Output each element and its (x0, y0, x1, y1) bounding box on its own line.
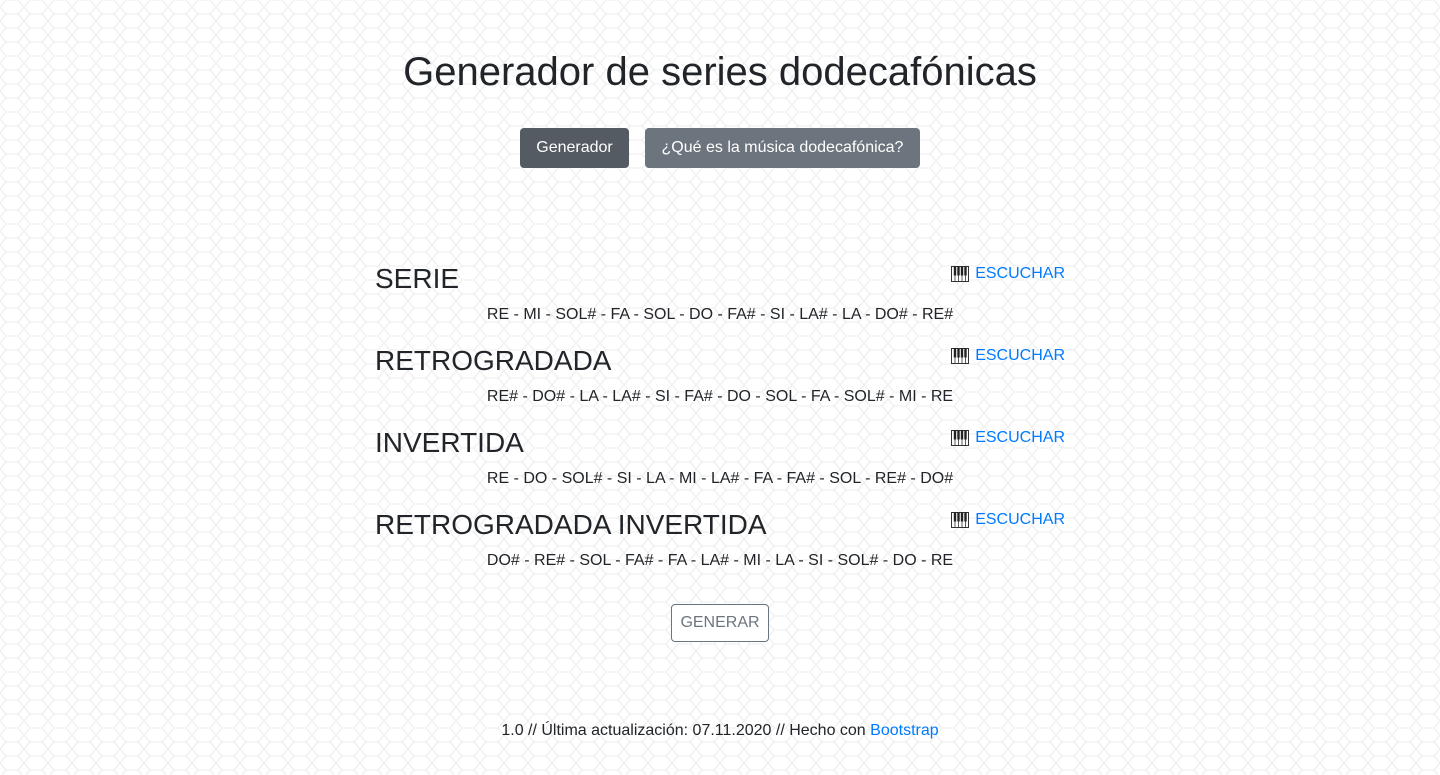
series-content: SERIE ESCUCHAR RE - MI - SOL# - FA - SOL… (375, 260, 1065, 588)
listen-label: ESCUCHAR (975, 429, 1065, 446)
listen-label: ESCUCHAR (975, 265, 1065, 282)
listen-button[interactable]: ESCUCHAR (951, 345, 1065, 367)
listen-button[interactable]: ESCUCHAR (951, 263, 1065, 285)
series-notes: DO# - RE# - SOL - FA# - FA - LA# - MI - … (486, 552, 954, 569)
series-notes: RE - MI - SOL# - FA - SOL - DO - FA# - S… (486, 306, 954, 323)
piano-keyboard-icon (951, 266, 970, 282)
series-title: RETROGRADADA (375, 345, 612, 376)
piano-keyboard-icon (951, 348, 970, 364)
listen-label: ESCUCHAR (975, 511, 1065, 528)
page-title: Generador de series dodecafónicas (403, 50, 1037, 94)
bootstrap-link[interactable]: Bootstrap (870, 722, 938, 739)
series-notes: RE - DO - SOL# - SI - LA - MI - LA# - FA… (486, 470, 954, 487)
listen-button[interactable]: ESCUCHAR (951, 509, 1065, 531)
footer: 1.0 // Última actualización: 07.11.2020 … (0, 720, 1440, 742)
generator-tab-button[interactable]: Generador (520, 128, 629, 168)
piano-keyboard-icon (951, 430, 970, 446)
listen-button[interactable]: ESCUCHAR (951, 427, 1065, 449)
footer-text: 1.0 // Última actualización: 07.11.2020 … (501, 722, 866, 739)
generate-button[interactable]: GENERAR (671, 604, 769, 642)
about-tab-button[interactable]: ¿Qué es la música dodecafónica? (645, 128, 920, 168)
listen-label: ESCUCHAR (975, 347, 1065, 364)
piano-keyboard-icon (951, 512, 970, 528)
series-row-retrogradada-invertida: RETROGRADADA INVERTIDA ESCUCHAR DO# - RE… (375, 506, 1065, 588)
series-row-serie: SERIE ESCUCHAR RE - MI - SOL# - FA - SOL… (375, 260, 1065, 342)
series-notes: RE# - DO# - LA - LA# - SI - FA# - DO - S… (486, 388, 954, 405)
series-row-retrogradada: RETROGRADADA ESCUCHAR RE# - DO# - LA - L… (375, 342, 1065, 424)
nav-bar: Generador ¿Qué es la música dodecafónica… (0, 128, 1440, 168)
page: Generador de series dodecafónicas Genera… (0, 0, 1440, 775)
series-title: RETROGRADADA INVERTIDA (375, 509, 767, 540)
series-title: INVERTIDA (375, 427, 524, 458)
series-row-invertida: INVERTIDA ESCUCHAR RE - DO - SOL# - SI -… (375, 424, 1065, 506)
series-title: SERIE (375, 263, 460, 294)
